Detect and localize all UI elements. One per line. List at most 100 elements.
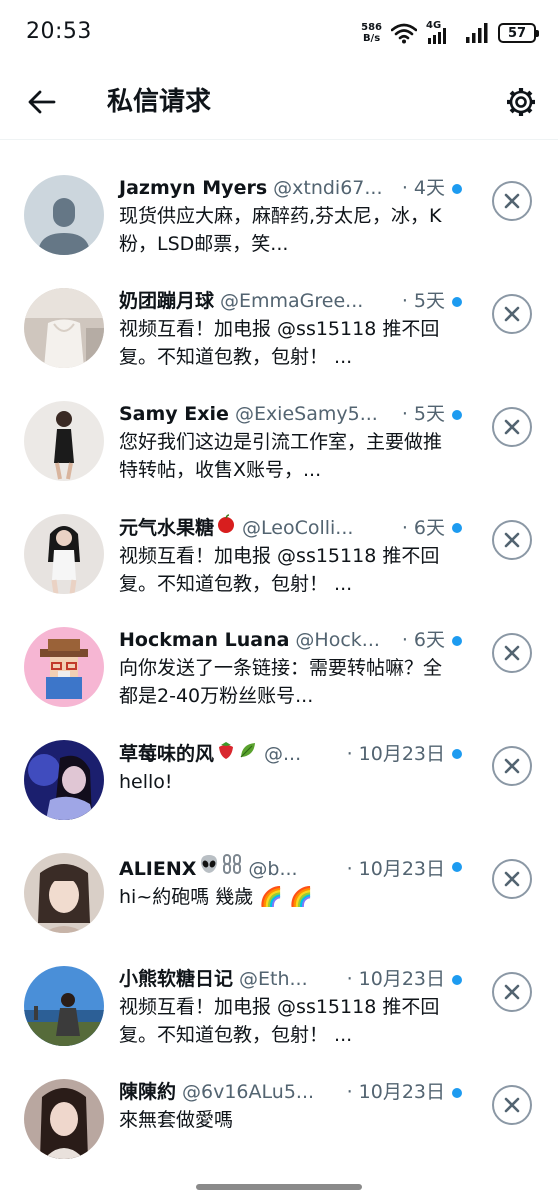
battery-indicator: 57 (498, 23, 539, 43)
sender-name: Samy Exie (119, 403, 229, 425)
message-time: · 10月23日 (346, 743, 445, 765)
unread-indicator (452, 523, 462, 533)
unread-indicator (452, 862, 462, 872)
message-preview: 视频互看！加电报 @ss15118 推不回复。不知道包教，包射！ ... (119, 545, 440, 595)
sender-name: Hockman Luana (119, 629, 290, 651)
message-request-item[interactable]: ALIENX @b... · 10月23日 hi~約砲嗎 幾歲 🌈 🌈 (0, 819, 558, 933)
close-icon (504, 984, 520, 1000)
user-avatar[interactable] (24, 1079, 104, 1159)
network-speed-unit: B/s (362, 33, 381, 44)
sender-name: 元气水果糖 (119, 514, 236, 541)
message-request-item[interactable]: 元气水果糖 @LeoColli... · 6天 视频互看！加电报 @ss1511… (0, 480, 558, 595)
sender-name: 草莓味的风 (119, 740, 258, 767)
sender-handle: @ExieSamy5... (234, 403, 378, 425)
home-indicator[interactable] (196, 1184, 362, 1190)
message-time: · 5天 (401, 290, 445, 312)
user-avatar[interactable] (24, 740, 104, 820)
message-time: · 4天 (401, 177, 445, 199)
status-icons: 586 B/s 4G 57 (361, 18, 539, 48)
dismiss-request-button[interactable] (492, 1085, 532, 1125)
profile-photo-image (24, 288, 104, 368)
unread-indicator (452, 184, 462, 194)
message-content: Samy Exie @ExieSamy5... · 5天 您好我们这边是引流工作… (119, 401, 445, 484)
message-content: 奶团蹦月球 @EmmaGree... · 5天 视频互看！加电报 @ss1511… (119, 288, 445, 371)
sender-name: 小熊软糖日记 (119, 968, 234, 990)
sender-name: 陳陳約 (119, 1081, 177, 1103)
dismiss-request-button[interactable] (492, 746, 532, 786)
sender-handle: @Eth... (239, 968, 308, 990)
user-avatar[interactable] (24, 627, 104, 707)
sender-name: ALIENX (119, 853, 242, 882)
message-time: · 6天 (401, 517, 445, 539)
close-icon (504, 645, 520, 661)
unread-indicator (452, 749, 462, 759)
profile-photo-image (24, 853, 104, 933)
message-time: · 6天 (401, 629, 445, 651)
app-header: 私信请求 (0, 66, 558, 140)
message-preview: 现货供应大麻，麻醉药,芬太尼，冰，K粉，LSD邮票，笑... (119, 205, 442, 255)
close-icon (504, 419, 520, 435)
dismiss-request-button[interactable] (492, 181, 532, 221)
user-avatar[interactable] (24, 966, 104, 1046)
message-time: · 10月23日 (346, 858, 445, 880)
message-content: Jazmyn Myers @xtndi67... · 4天 现货供应大麻，麻醉药… (119, 175, 445, 258)
message-content: ALIENX @b... · 10月23日 hi~約砲嗎 幾歲 🌈 🌈 (119, 853, 445, 911)
message-request-item[interactable]: 陳陳約 @6v16ALu5... · 10月23日 來無套做愛嗎 (0, 1045, 558, 1159)
sender-handle: @b... (248, 858, 298, 880)
alien-emoji-icon (201, 855, 218, 873)
unread-indicator (452, 975, 462, 985)
message-request-item[interactable]: Jazmyn Myers @xtndi67... · 4天 现货供应大麻，麻醉药… (0, 141, 558, 255)
message-request-item[interactable]: 草莓味的风 @... · 10月23日 hello! (0, 706, 558, 820)
settings-button[interactable] (502, 83, 540, 121)
user-avatar[interactable] (24, 514, 104, 594)
unread-indicator (452, 636, 462, 646)
signal-bars-icon (466, 23, 488, 43)
profile-photo-image (24, 1079, 104, 1159)
profile-photo-image (24, 740, 104, 820)
sender-handle: @... (264, 743, 302, 765)
message-time: · 10月23日 (346, 968, 445, 990)
chains-emoji-icon (223, 854, 242, 874)
message-preview: 视频互看！加电报 @ss15118 推不回复。不知道包教，包射！ ... (119, 996, 440, 1046)
default-avatar[interactable] (24, 175, 104, 255)
message-request-item[interactable]: 奶团蹦月球 @EmmaGree... · 5天 视频互看！加电报 @ss1511… (0, 254, 558, 368)
profile-photo-image (24, 966, 104, 1046)
dismiss-request-button[interactable] (492, 407, 532, 447)
back-button[interactable] (24, 84, 60, 120)
message-request-list: Jazmyn Myers @xtndi67... · 4天 现货供应大麻，麻醉药… (0, 141, 558, 1159)
dismiss-request-button[interactable] (492, 859, 532, 899)
message-request-item[interactable]: Samy Exie @ExieSamy5... · 5天 您好我们这边是引流工作… (0, 367, 558, 481)
strawberry-emoji-icon (219, 742, 234, 759)
leaf-emoji-icon (240, 743, 256, 758)
battery-level: 57 (507, 25, 527, 41)
message-preview: 向你发送了一条链接：需要转帖嘛？全都是2-40万粉丝账号... (119, 657, 443, 707)
user-avatar[interactable] (24, 288, 104, 368)
page-title: 私信请求 (107, 87, 212, 117)
unread-indicator (452, 297, 462, 307)
sender-handle: @6v16ALu5... (182, 1081, 315, 1103)
sender-name: Jazmyn Myers (119, 177, 268, 199)
message-request-item[interactable]: Hockman Luana @Hock... · 6天 向你发送了一条链接：需要… (0, 593, 558, 707)
message-request-item[interactable]: 小熊软糖日记 @Eth... · 10月23日 视频互看！加电报 @ss1511… (0, 932, 558, 1046)
dismiss-request-button[interactable] (492, 633, 532, 673)
dismiss-request-button[interactable] (492, 294, 532, 334)
user-avatar[interactable] (24, 853, 104, 933)
apple-emoji-icon (218, 514, 235, 533)
message-content: 陳陳約 @6v16ALu5... · 10月23日 來無套做愛嗎 (119, 1079, 445, 1134)
status-bar: 20:53 586 B/s 4G 57 (0, 0, 558, 66)
dismiss-request-button[interactable] (492, 972, 532, 1012)
message-content: 小熊软糖日记 @Eth... · 10月23日 视频互看！加电报 @ss1511… (119, 966, 445, 1049)
close-icon (504, 532, 520, 548)
message-preview: 您好我们这边是引流工作室，主要做推特转帖，收售X账号，... (119, 431, 443, 481)
sender-handle: @xtndi67... (273, 177, 383, 199)
dismiss-request-button[interactable] (492, 520, 532, 560)
close-icon (504, 1097, 520, 1113)
network-speed: 586 B/s (361, 22, 382, 44)
message-preview: 视频互看！加电报 @ss15118 推不回复。不知道包教，包射！ ... (119, 318, 440, 368)
sender-handle: @EmmaGree... (220, 290, 364, 312)
message-preview: hi~約砲嗎 幾歲 🌈 🌈 (119, 886, 313, 908)
message-time: · 5天 (401, 403, 445, 425)
sender-handle: @Hock... (295, 629, 380, 651)
network-speed-value: 586 (361, 22, 382, 33)
user-avatar[interactable] (24, 401, 104, 481)
